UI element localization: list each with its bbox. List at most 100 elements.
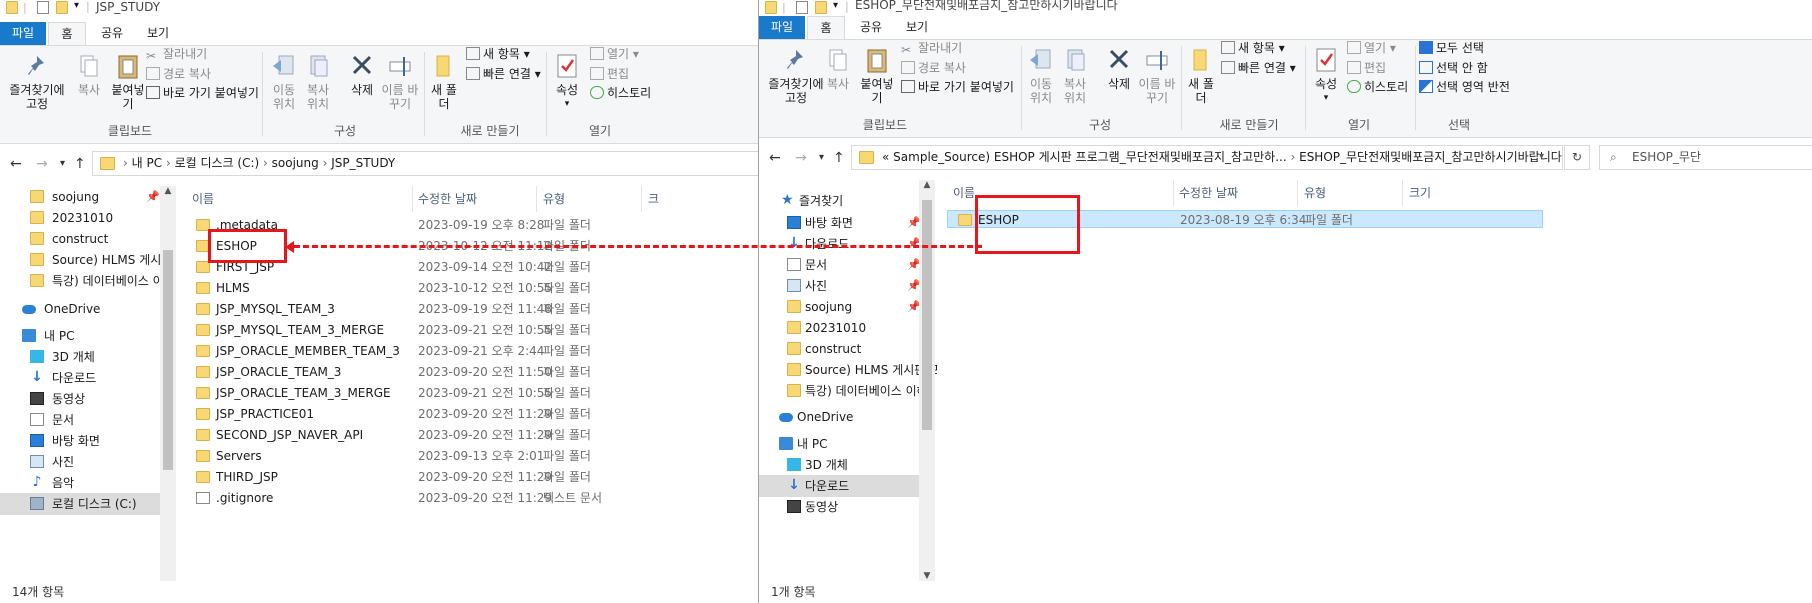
scroll-thumb[interactable] xyxy=(163,250,173,470)
nav-item[interactable]: Source) HLMS 게시판 프 xyxy=(759,359,937,381)
column-divider[interactable] xyxy=(536,186,537,212)
nav-scrollbar[interactable]: ▲ xyxy=(160,186,176,581)
easy-access-button[interactable]: 빠른 연결 ▾ xyxy=(1221,60,1296,76)
delete-button[interactable]: 삭제 xyxy=(344,52,380,97)
nav-item[interactable]: ↓ 다운로드 📌 xyxy=(759,233,937,255)
new-folder-button[interactable]: 새 폴더 xyxy=(1185,46,1217,105)
address-bar[interactable]: › 내 PC › 로컬 디스크 (C:) › soojung › JSP_STU… xyxy=(92,151,760,176)
tab-file[interactable]: 파일 xyxy=(759,16,805,39)
properties-quick-icon[interactable] xyxy=(796,1,808,14)
nav-item-onedrive[interactable]: OneDrive xyxy=(759,406,937,428)
table-row[interactable]: JSP_ORACLE_TEAM_3 2023-09-20 오전 11:50 파일 폴… xyxy=(186,363,760,381)
tab-view[interactable]: 보기 xyxy=(138,22,178,45)
nav-item[interactable]: construct xyxy=(759,338,937,360)
properties-quick-icon[interactable] xyxy=(37,1,49,14)
table-row[interactable]: JSP_MYSQL_TEAM_3 2023-09-19 오전 11:48 파일 폴더 xyxy=(186,300,760,318)
nav-item[interactable]: 3D 개체 xyxy=(0,346,176,368)
history-button[interactable]: 히스토리 xyxy=(590,85,651,101)
paste-button[interactable]: 붙여넣기 xyxy=(108,52,148,111)
paste-shortcut-button[interactable]: 바로 가기 붙여넣기 xyxy=(146,85,259,101)
column-divider[interactable] xyxy=(1402,180,1403,206)
table-row[interactable]: JSP_ORACLE_MEMBER_TEAM_3 2023-09-21 오후 2:… xyxy=(186,342,760,360)
table-row[interactable]: THIRD_JSP 2023-09-20 오전 11:29 파일 폴더 xyxy=(186,468,760,486)
breadcrumb-item[interactable]: 내 PC xyxy=(132,156,162,170)
copy-to-button[interactable]: 복사 위치 xyxy=(1059,46,1091,105)
select-all-button[interactable]: 모두 선택 xyxy=(1419,40,1484,56)
cut-button[interactable]: ✂ 잘라내기 xyxy=(901,40,962,57)
copy-button[interactable]: 복사 xyxy=(821,46,855,91)
nav-scrollbar[interactable]: ▲ ▼ xyxy=(919,180,935,581)
nav-item[interactable]: 문서 xyxy=(0,409,176,431)
tab-file[interactable]: 파일 xyxy=(0,22,46,45)
nav-item[interactable]: 동영상 xyxy=(759,496,937,518)
scroll-up-icon[interactable]: ▲ xyxy=(919,180,935,190)
breadcrumb-item[interactable]: ESHOP_무단전재및배포금지_참고만하시기바랍니다 xyxy=(1299,150,1562,164)
recent-locations-icon[interactable]: ▾ xyxy=(60,158,65,169)
scroll-down-icon[interactable]: ▼ xyxy=(919,571,935,581)
nav-item[interactable]: 특강) 데이터베이스 이해 xyxy=(759,380,937,402)
forward-arrow-icon[interactable]: → xyxy=(36,156,48,172)
tab-share[interactable]: 공유 xyxy=(851,16,891,39)
nav-item[interactable]: 동영상 xyxy=(0,388,176,410)
tab-home[interactable]: 홈 xyxy=(48,22,86,45)
table-row[interactable]: JSP_PRACTICE01 2023-09-20 오전 11:29 파일 폴더 xyxy=(186,405,760,423)
column-header-name[interactable]: 이름 xyxy=(192,186,214,212)
column-divider[interactable] xyxy=(1173,180,1174,206)
tab-home[interactable]: 홈 xyxy=(807,16,845,39)
up-arrow-icon[interactable]: ↑ xyxy=(74,156,86,172)
breadcrumb-item[interactable]: 로컬 디스크 (C:) xyxy=(175,156,260,170)
column-header-type[interactable]: 유형 xyxy=(1304,180,1326,206)
open-button[interactable]: 열기 ▾ xyxy=(590,46,639,62)
invert-selection-button[interactable]: 선택 영역 반전 xyxy=(1419,79,1510,95)
history-button[interactable]: 히스토리 xyxy=(1347,79,1408,95)
cut-button[interactable]: ✂ 잘라내기 xyxy=(146,46,207,63)
column-divider[interactable] xyxy=(641,186,642,212)
column-header-size[interactable]: 크기 xyxy=(1409,180,1431,206)
column-header-type[interactable]: 유형 xyxy=(543,186,565,212)
up-arrow-icon[interactable]: ↑ xyxy=(833,150,845,166)
nav-item[interactable]: 바탕 화면 📌 xyxy=(759,212,937,234)
new-folder-quick-icon[interactable] xyxy=(56,1,68,14)
forward-arrow-icon[interactable]: → xyxy=(795,150,807,166)
column-divider[interactable] xyxy=(1297,180,1298,206)
column-header-date[interactable]: 수정한 날짜 xyxy=(1179,180,1238,206)
back-arrow-icon[interactable]: ← xyxy=(10,156,22,172)
easy-access-button[interactable]: 빠른 연결 ▾ xyxy=(466,66,541,82)
nav-item[interactable]: 3D 개체 xyxy=(759,454,937,476)
nav-item[interactable]: 20231010 xyxy=(759,317,937,339)
nav-item[interactable]: 사진 📌 xyxy=(759,275,937,297)
back-arrow-icon[interactable]: ← xyxy=(769,150,781,166)
edit-button[interactable]: 편집 xyxy=(590,66,629,82)
customize-quick-access-icon[interactable]: ▾ xyxy=(74,0,79,11)
copy-path-button[interactable]: 경로 복사 xyxy=(146,66,211,82)
open-button[interactable]: 열기 ▾ xyxy=(1347,40,1396,56)
nav-item[interactable]: construct xyxy=(0,228,176,250)
breadcrumb-item[interactable]: JSP_STUDY xyxy=(331,156,395,170)
table-row[interactable]: Servers 2023-09-13 오후 2:01 파일 폴더 xyxy=(186,447,760,465)
properties-button[interactable]: 속성 ▾ xyxy=(1309,46,1343,105)
table-row[interactable]: JSP_MYSQL_TEAM_3_MERGE 2023-09-21 오전 10:5… xyxy=(186,321,760,339)
nav-item[interactable]: 바탕 화면 xyxy=(0,430,176,452)
move-to-button[interactable]: 이동 위치 xyxy=(1025,46,1057,105)
recent-locations-icon[interactable]: ▾ xyxy=(819,152,824,163)
nav-item[interactable]: ♪ 음악 xyxy=(0,472,176,494)
tab-view[interactable]: 보기 xyxy=(897,16,937,39)
rename-button[interactable]: 이름 바꾸기 xyxy=(380,52,420,111)
nav-item-local-disk[interactable]: 로컬 디스크 (C:) xyxy=(0,493,160,515)
address-bar[interactable]: « Sample_Source) ESHOP 게시판 프로그램_무단전재및배포금… xyxy=(851,145,1563,170)
nav-item-this-pc[interactable]: 내 PC xyxy=(759,433,937,455)
nav-item[interactable]: 사진 xyxy=(0,451,176,473)
paste-button[interactable]: 붙여넣기 xyxy=(857,46,897,105)
pin-to-quick-access-button[interactable]: 즐겨찾기에 고정 xyxy=(763,46,829,105)
new-item-button[interactable]: 새 항목 ▾ xyxy=(1221,40,1285,56)
delete-button[interactable]: 삭제 xyxy=(1101,46,1137,91)
refresh-icon[interactable]: ↻ xyxy=(1564,145,1590,170)
properties-button[interactable]: 속성 ▾ xyxy=(550,52,584,111)
move-to-button[interactable]: 이동 위치 xyxy=(268,52,300,111)
copy-path-button[interactable]: 경로 복사 xyxy=(901,60,966,76)
new-folder-button[interactable]: 새 폴더 xyxy=(428,52,460,111)
address-dropdown-icon[interactable]: ▾ xyxy=(1539,151,1544,162)
paste-shortcut-button[interactable]: 바로 가기 붙여넣기 xyxy=(901,79,1014,95)
copy-to-button[interactable]: 복사 위치 xyxy=(302,52,334,111)
new-folder-quick-icon[interactable] xyxy=(815,1,827,14)
